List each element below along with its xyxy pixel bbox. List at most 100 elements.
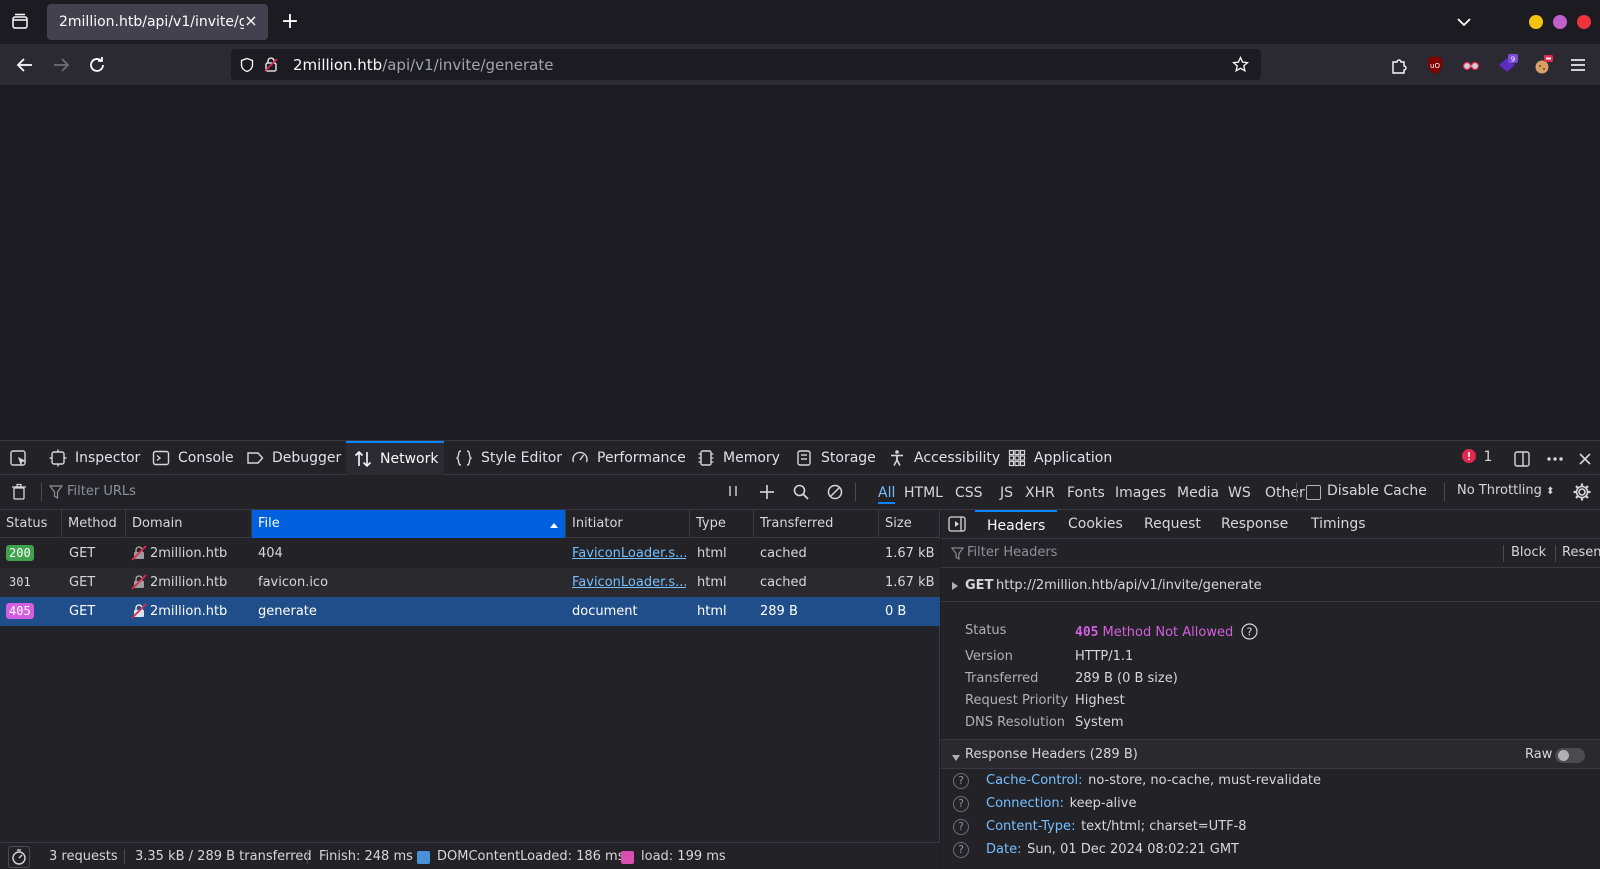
- column-header-method[interactable]: Method: [62, 510, 126, 538]
- pause-icon[interactable]: [724, 483, 742, 501]
- purple-extension-icon[interactable]: 9: [1496, 54, 1518, 76]
- error-count-badge[interactable]: 1: [1462, 449, 1492, 465]
- response-header-row[interactable]: ? Content-Type: text/html; charset=UTF-8: [941, 816, 1600, 838]
- response-header-row[interactable]: ? Cache-Control: no-store, no-cache, must-…: [941, 770, 1600, 792]
- request-row[interactable]: 405 GET 2million.htb generate document html 28…: [0, 597, 940, 626]
- devtools-tab-accessibility[interactable]: Accessibility: [888, 441, 1000, 475]
- details-tab-response[interactable]: Response: [1221, 510, 1288, 538]
- help-icon[interactable]: ?: [953, 796, 969, 812]
- request-line[interactable]: GET http://2million.htb/api/v1/invite/ge…: [941, 568, 1600, 602]
- request-row[interactable]: 200 GET 2million.htb 404 FaviconLoader.s... h…: [0, 539, 940, 568]
- response-headers-title: Response Headers (289 B): [965, 747, 1138, 762]
- glasses-extension-icon[interactable]: [1460, 54, 1482, 76]
- details-tabs: Headers Cookies Request Response Timings: [941, 510, 1600, 539]
- column-header-type[interactable]: Type: [690, 510, 754, 538]
- element-picker-icon[interactable]: [9, 449, 29, 473]
- disable-cache-checkbox[interactable]: [1306, 485, 1321, 500]
- add-request-icon[interactable]: [758, 483, 776, 501]
- browser-tab[interactable]: 2million.htb/api/v1/invite/ge ×: [47, 4, 268, 40]
- column-header-domain[interactable]: Domain: [126, 510, 252, 538]
- shield-icon[interactable]: [239, 57, 255, 77]
- help-icon[interactable]: ?: [953, 819, 969, 835]
- filter-headers-input[interactable]: Filter Headers: [967, 545, 1057, 560]
- trash-icon[interactable]: [10, 483, 28, 501]
- filter-ws[interactable]: WS: [1228, 482, 1251, 504]
- cell-domain: 2million.htb: [150, 568, 266, 597]
- filter-fonts[interactable]: Fonts: [1067, 482, 1105, 504]
- minimize-button[interactable]: [1529, 15, 1543, 29]
- devtools-tab-application[interactable]: Application: [1008, 441, 1112, 475]
- dock-side-icon[interactable]: [1512, 449, 1532, 473]
- search-icon[interactable]: [792, 483, 810, 501]
- cell-type: html: [697, 597, 751, 626]
- request-row[interactable]: 301 GET 2million.htb favicon.ico FaviconLoad…: [0, 568, 940, 597]
- block-button[interactable]: Block: [1511, 545, 1546, 560]
- chevron-down-icon[interactable]: [1452, 10, 1476, 34]
- toggle-sidebar-icon[interactable]: [948, 516, 966, 536]
- maximize-button[interactable]: [1553, 15, 1567, 29]
- column-header-transferred[interactable]: Transferred: [754, 510, 879, 538]
- insecure-lock-icon[interactable]: [263, 56, 279, 77]
- devtools-tab-console[interactable]: Console: [152, 441, 234, 475]
- close-window-button[interactable]: [1577, 15, 1591, 29]
- devtools-tab-inspector[interactable]: Inspector: [49, 441, 140, 475]
- reload-icon[interactable]: [84, 52, 110, 78]
- performance-analysis-icon[interactable]: [8, 846, 30, 868]
- filter-html[interactable]: HTML: [904, 482, 943, 504]
- insecure-connection-icon: [131, 545, 147, 561]
- filter-urls-input[interactable]: Filter URLs: [67, 484, 136, 499]
- ublock-icon[interactable]: uO: [1424, 54, 1446, 76]
- column-header-initiator[interactable]: Initiator: [566, 510, 690, 538]
- help-icon[interactable]: ?: [1233, 623, 1258, 640]
- column-header-status[interactable]: Status: [0, 510, 62, 538]
- filter-all[interactable]: All: [878, 482, 896, 504]
- devtools-tab-memory[interactable]: Memory: [697, 441, 780, 475]
- cell-initiator[interactable]: FaviconLoader.s...: [572, 539, 686, 568]
- filter-media[interactable]: Media: [1177, 482, 1219, 504]
- filter-other[interactable]: Other: [1265, 482, 1305, 504]
- filter-js[interactable]: JS: [1000, 482, 1013, 504]
- column-header-size[interactable]: Size: [879, 510, 940, 538]
- back-icon[interactable]: [12, 52, 38, 78]
- disable-cache-label[interactable]: Disable Cache: [1327, 483, 1427, 499]
- response-header-row[interactable]: ? Date: Sun, 01 Dec 2024 08:02:21 GMT: [941, 839, 1600, 861]
- new-tab-button[interactable]: +: [278, 9, 302, 35]
- details-tab-timings[interactable]: Timings: [1311, 510, 1366, 538]
- cookie-extension-icon[interactable]: [1532, 54, 1554, 76]
- url-text[interactable]: 2million.htb/api/v1/invite/generate: [293, 56, 554, 74]
- filter-xhr[interactable]: XHR: [1025, 482, 1055, 504]
- response-header-row[interactable]: ? Connection: keep-alive: [941, 793, 1600, 815]
- details-tab-cookies[interactable]: Cookies: [1068, 510, 1123, 538]
- help-icon[interactable]: ?: [953, 842, 969, 858]
- status-text: 301: [9, 575, 31, 589]
- summary-label: Request Priority: [965, 693, 1069, 708]
- raw-toggle[interactable]: [1555, 748, 1585, 763]
- close-devtools-icon[interactable]: [1575, 449, 1595, 473]
- tab-close-icon[interactable]: ×: [244, 12, 258, 30]
- more-options-icon[interactable]: [1545, 449, 1565, 473]
- url-bar[interactable]: 2million.htb/api/v1/invite/generate: [231, 49, 1261, 80]
- details-tab-headers[interactable]: Headers: [975, 510, 1058, 538]
- filter-css[interactable]: CSS: [955, 482, 983, 504]
- extensions-puzzle-icon[interactable]: [1388, 54, 1410, 76]
- forward-icon[interactable]: [48, 52, 74, 78]
- devtools-tab-storage[interactable]: Storage: [795, 441, 876, 475]
- resend-button[interactable]: Resend: [1562, 545, 1600, 560]
- settings-gear-icon[interactable]: [1572, 482, 1591, 501]
- throttling-select[interactable]: No Throttling ⬍: [1457, 483, 1554, 498]
- devtools-tab-network[interactable]: Network: [346, 441, 444, 475]
- bookmark-star-icon[interactable]: [1231, 55, 1250, 77]
- svg-text:9: 9: [1511, 56, 1515, 64]
- block-icon[interactable]: [826, 483, 844, 501]
- cell-initiator[interactable]: FaviconLoader.s...: [572, 568, 686, 597]
- devtools-tab-style-editor[interactable]: Style Editor: [455, 441, 562, 475]
- devtools-tab-debugger[interactable]: Debugger: [246, 441, 341, 475]
- column-header-file[interactable]: File: [252, 510, 566, 538]
- menu-hamburger-icon[interactable]: [1567, 54, 1589, 76]
- devtools-tab-performance[interactable]: Performance: [571, 441, 686, 475]
- response-headers-section[interactable]: Response Headers (289 B) Raw: [941, 739, 1600, 769]
- tab-list-icon[interactable]: [8, 10, 32, 34]
- filter-images[interactable]: Images: [1115, 482, 1166, 504]
- details-tab-request[interactable]: Request: [1144, 510, 1201, 538]
- help-icon[interactable]: ?: [953, 773, 969, 789]
